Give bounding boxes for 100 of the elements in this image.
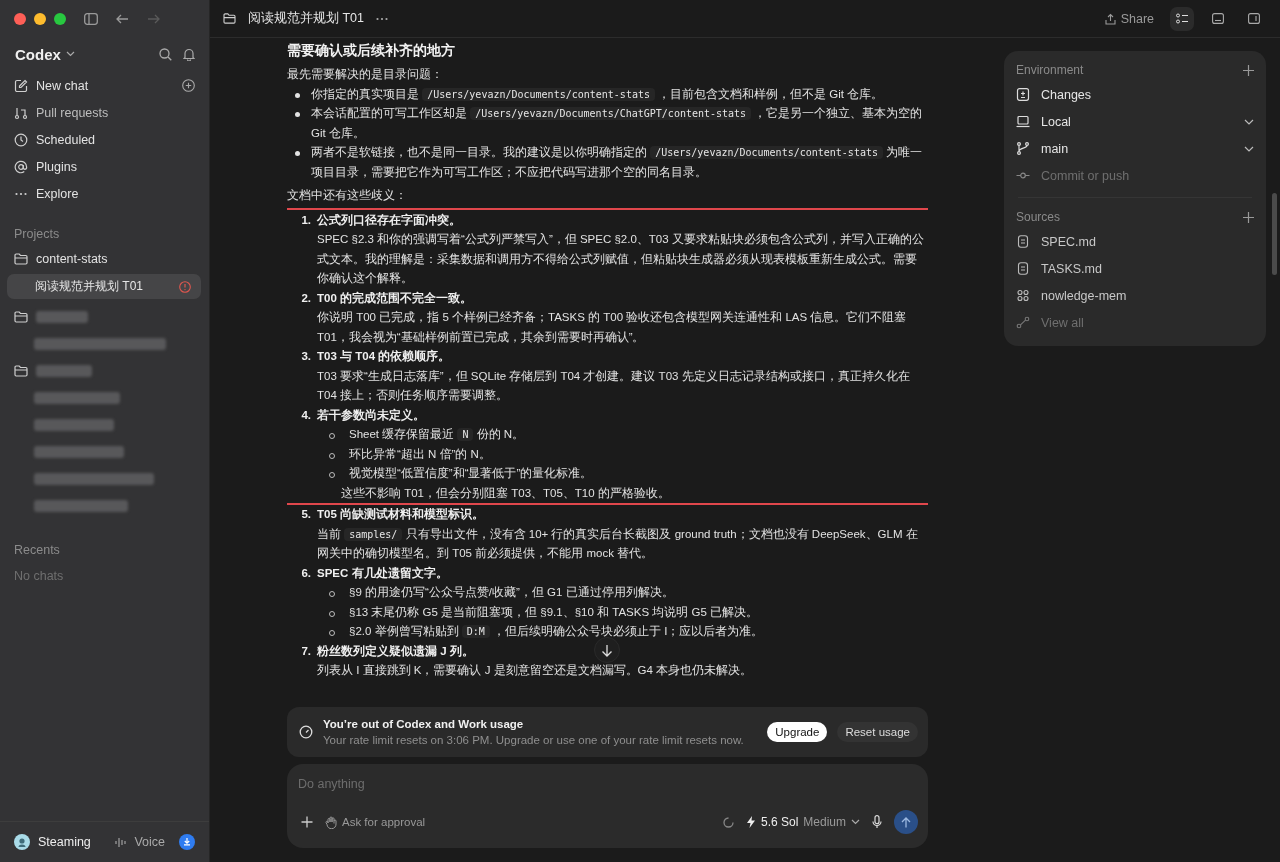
add-icon[interactable] — [182, 79, 195, 92]
sidebar-toggle-icon[interactable] — [84, 13, 98, 25]
paragraph: 最先需要解决的是目录问题： — [287, 67, 444, 82]
chat-title: 阅读规范并规划 T01 — [35, 278, 144, 295]
scroll-down-button[interactable] — [594, 637, 620, 663]
issue-text: 当前 samples/ 只有导出文件，没有含 10+ 行的真实后台长截图及 ground truth；文档也没有 DeepSeek、GLM 在网关中的确切模型名。到 T05 前必须提供，不能用 mock 替代。 — [317, 526, 919, 561]
loading-spinner-icon — [722, 816, 734, 828]
chat-item[interactable]: 阅读规范并规划 T01 — [7, 274, 201, 299]
sidebar-nav-link[interactable]: Scheduled — [36, 132, 96, 147]
search-icon[interactable] — [159, 47, 172, 61]
compose-icon — [14, 78, 28, 93]
side-panel-icon — [1248, 13, 1260, 24]
source-item[interactable]: nowledge-mem — [1041, 288, 1127, 303]
document-icon — [1016, 235, 1030, 248]
folder-icon — [223, 13, 236, 24]
more-icon[interactable] — [376, 16, 388, 21]
list-item-text: 本会话配置的可写工作区却是 /Users/yevazn/Documents/ChatGPT/content-stats ，它是另一个独立、基本为空的 Git 仓库。 — [311, 106, 924, 141]
issue-title: 若干参数尚未定义。 — [317, 407, 425, 423]
laptop-icon — [1016, 115, 1030, 128]
source-item[interactable]: TASKS.md — [1041, 261, 1102, 276]
details-toggle-button[interactable] — [1170, 6, 1194, 31]
bell-icon[interactable] — [183, 47, 195, 61]
back-arrow-icon[interactable] — [116, 14, 129, 24]
ellipsis-icon — [14, 191, 28, 196]
link-icon — [1016, 316, 1030, 329]
issue-note: 这些不影响 T01，但会分别阻塞 T03、T05、T10 的严格验收。 — [340, 485, 671, 501]
section-heading: Recents — [13, 542, 61, 559]
voice-link[interactable]: Voice — [134, 835, 165, 849]
gauge-icon — [299, 725, 313, 739]
list-item-text: Sheet 缓存保留最近 N 份的 N。 — [349, 427, 525, 443]
list-number: 3. — [300, 349, 311, 364]
source-item[interactable]: SPEC.md — [1041, 234, 1096, 249]
sidebar-nav-link[interactable]: Plugins — [36, 159, 77, 174]
environment-item[interactable]: Changes — [1041, 87, 1092, 102]
chevron-down-icon[interactable] — [1244, 118, 1254, 125]
plugin-icon — [1016, 289, 1030, 302]
list-icon — [1175, 13, 1189, 24]
list-number: 5. — [300, 507, 311, 522]
environment-item[interactable]: main — [1041, 141, 1069, 156]
chevron-down-icon[interactable] — [1244, 145, 1254, 152]
reset-usage-button[interactable]: Reset usage — [837, 722, 918, 742]
at-sign-icon — [14, 159, 28, 174]
scrollbar-thumb[interactable] — [1272, 193, 1277, 275]
message-field[interactable]: Do anything Ask for approval 5.6 Sol Medium — [287, 764, 928, 848]
redacted-text — [36, 364, 92, 377]
issue-title: 公式列口径存在字面冲突。 — [317, 212, 461, 228]
upload-icon — [1104, 12, 1116, 25]
panel-heading: Environment — [1016, 63, 1084, 77]
close-window-button[interactable] — [14, 13, 26, 25]
add-icon[interactable] — [1243, 211, 1254, 223]
issue-title: SPEC 有几处遗留文字。 — [317, 565, 448, 581]
issue-title: T03 与 T04 的依赖顺序。 — [317, 348, 451, 364]
zoom-window-button[interactable] — [54, 13, 66, 25]
upgrade-button[interactable]: Upgrade — [767, 722, 828, 742]
section-heading: 需要确认或后续补齐的地方 — [287, 42, 456, 60]
arrow-down-icon — [601, 643, 613, 657]
add-icon[interactable] — [1243, 64, 1254, 76]
branch-icon — [1016, 142, 1030, 155]
hand-icon — [325, 815, 337, 829]
panel-heading: Sources — [1016, 210, 1061, 224]
issue-title: T05 尚缺测试材料和模型标识。 — [317, 506, 484, 522]
paragraph: 文档中还有这些歧义： — [287, 188, 408, 203]
list-item-text: §13 末尾仍称 G5 是当前阻塞项，但 §9.1、§10 和 TASKS 均说明 G5 已解决。 — [349, 604, 759, 620]
list-item-text: §9 的用途仍写“公众号点赞/收藏”，但 G1 已通过停用列解决。 — [349, 585, 674, 600]
share-button[interactable]: Share — [1100, 11, 1158, 26]
microphone-icon[interactable] — [872, 815, 882, 829]
waveform-icon — [115, 836, 127, 848]
send-button[interactable] — [894, 810, 918, 834]
arrow-up-icon — [901, 816, 911, 828]
model-picker-button[interactable]: 5.6 Sol Medium — [745, 815, 860, 829]
folder-icon — [14, 364, 28, 377]
list-number: 1. — [300, 212, 311, 228]
workspace-switcher[interactable]: Codex — [15, 45, 61, 63]
chevron-down-icon — [851, 819, 860, 825]
banner-title: You’re out of Codex and Work usage — [323, 718, 525, 730]
empty-state-text: No chats — [13, 569, 65, 583]
avatar-icon[interactable] — [14, 834, 30, 850]
sidebar-nav-link[interactable]: Explore — [36, 186, 79, 201]
list-number: 6. — [300, 565, 311, 581]
environment-item[interactable]: Local — [1041, 114, 1071, 129]
list-item-text: 环比异常“超出 N 倍”的 N。 — [349, 446, 491, 462]
issue-text: 列表从 I 直接跳到 K，需要确认 J 是刻意留空还是文档漏写。G4 本身也仍未解决。 — [317, 663, 754, 678]
banner-text: Your rate limit resets on 3:06 PM. Upgrade or use one of your rate limit resets now. — [323, 734, 745, 746]
project-link[interactable]: content-stats — [36, 251, 108, 266]
download-icon[interactable] — [179, 834, 195, 850]
add-icon[interactable] — [301, 816, 313, 828]
approval-mode-button[interactable]: Ask for approval — [325, 815, 426, 829]
list-item-text: 视觉模型“低置信度”和“显著低于”的量化标准。 — [349, 466, 593, 481]
pull-request-icon — [14, 105, 28, 120]
user-name-link[interactable]: Steaming — [38, 835, 91, 849]
list-item-text: §2.0 举例曾写粘贴到 D:M ，但后续明确公众号块必须止于 I；应以后者为准。 — [349, 624, 764, 640]
document-icon — [1016, 262, 1030, 275]
list-item-text: 两者不是软链接，也不是同一目录。我的建议是以你明确指定的 /Users/yevazn/Documents/content-stats 为唯一项目目录，需要把它作为可写工作区；不应把代码写进那个空的同名目录。 — [311, 145, 924, 180]
sidebar-nav-link[interactable]: Pull requests — [36, 105, 109, 120]
list-number: 2. — [300, 290, 311, 306]
minimize-window-button[interactable] — [34, 13, 46, 25]
list-number: 7. — [300, 643, 311, 659]
sidebar-nav-link[interactable]: New chat — [36, 78, 89, 93]
window-title: 阅读规范并规划 T01 — [248, 10, 364, 27]
chevron-down-icon — [65, 51, 75, 57]
